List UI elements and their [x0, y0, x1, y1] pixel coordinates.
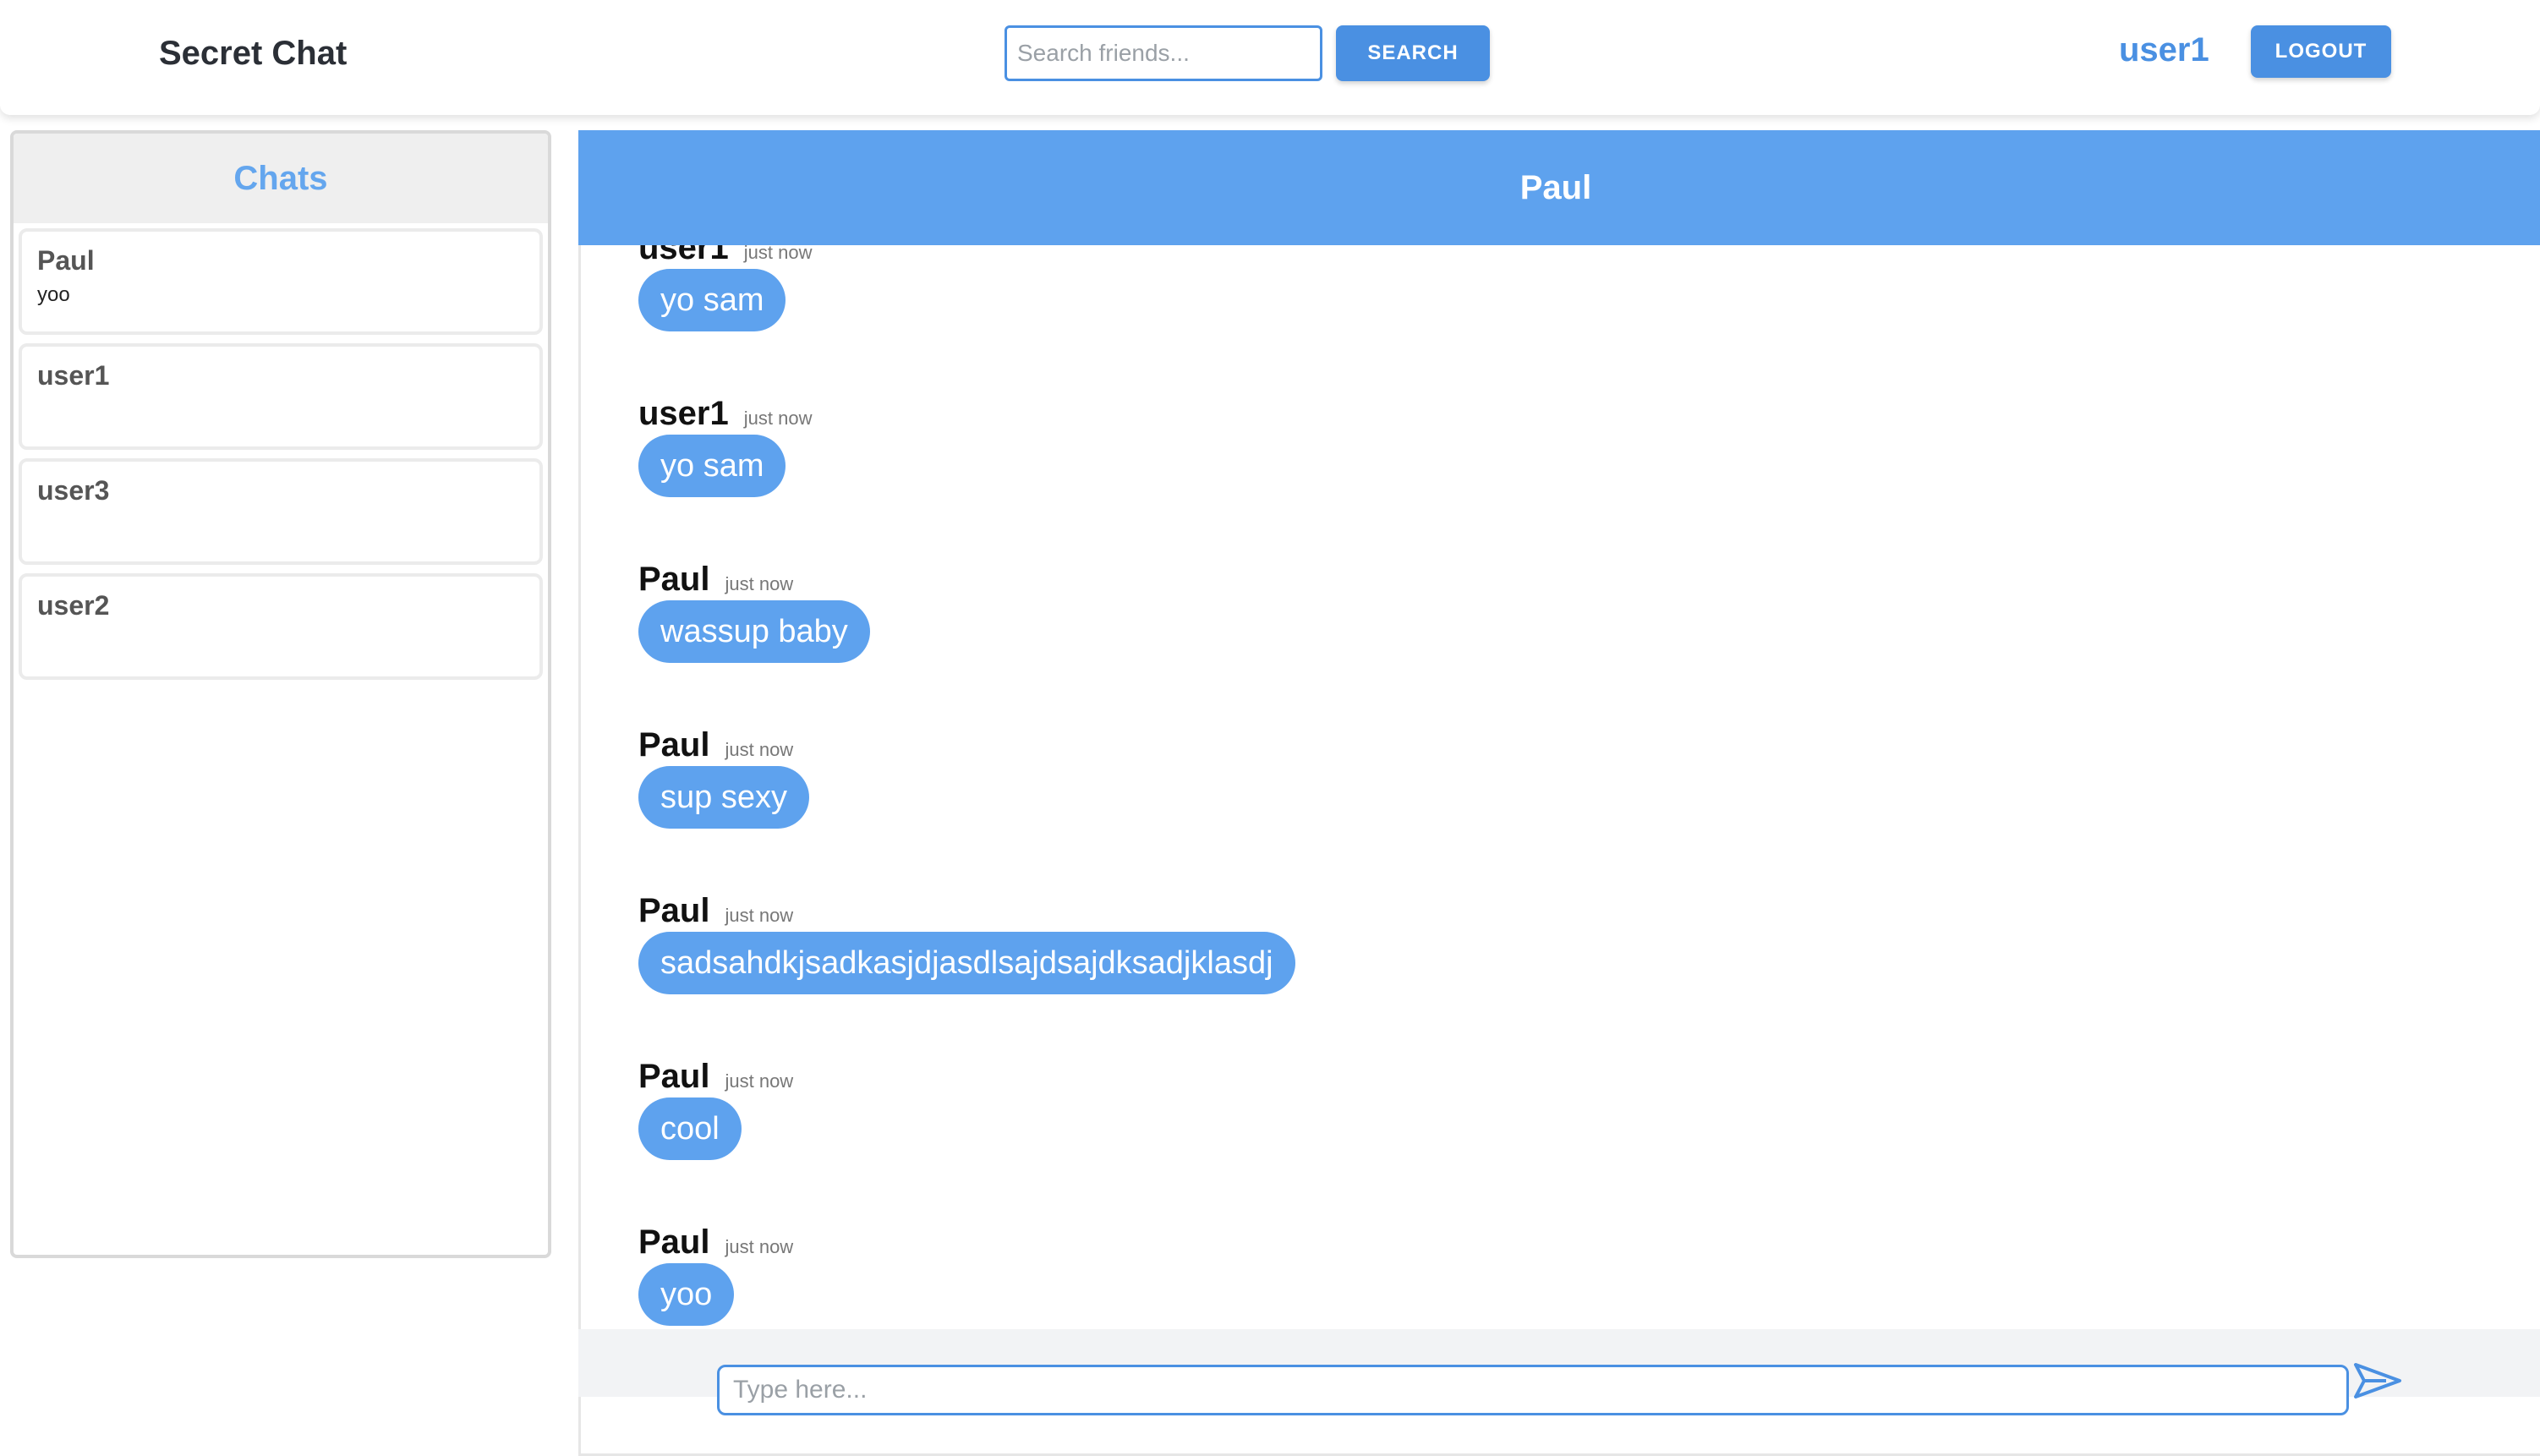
message-bubble: wassup baby [638, 600, 870, 663]
chat-preview: yoo [37, 283, 70, 306]
chat-name: user1 [37, 360, 110, 391]
message-composer [578, 1329, 2540, 1415]
conversation-header: Paul [578, 130, 2540, 245]
current-username[interactable]: user1 [2119, 29, 2209, 71]
message-author: user1 [638, 395, 729, 432]
chat-list: Paul yoo user1 user3 user2 [14, 223, 548, 693]
sidebar-title: Chats [14, 134, 548, 223]
message-bubble: cool [638, 1097, 742, 1160]
message: Paul just now yoo [638, 1223, 793, 1326]
message-author: Paul [638, 1223, 710, 1261]
message: Paul just now wassup baby [638, 560, 870, 663]
message-bubble: sadsahdkjsadkasjdjasdlsajdsajdksadjklasd… [638, 932, 1295, 994]
search-input[interactable] [1005, 25, 1322, 81]
message-time: just now [725, 1236, 794, 1257]
message-author: Paul [638, 726, 710, 764]
logout-button[interactable]: LOGOUT [2251, 25, 2391, 78]
send-icon[interactable] [2352, 1361, 2403, 1400]
message-time: just now [725, 905, 794, 926]
message-author: Paul [638, 892, 710, 929]
chat-name: user2 [37, 590, 110, 621]
message-time: just now [743, 408, 813, 429]
message: Paul just now cool [638, 1057, 793, 1160]
message-bubble: yo sam [638, 269, 786, 331]
message: Paul just now sup sexy [638, 725, 809, 829]
message: Paul just now sadsahdkjsadkasjdjasdlsajds… [638, 891, 1295, 994]
message-author: Paul [638, 1058, 710, 1095]
message-bubble: yo sam [638, 435, 786, 497]
message-time: just now [725, 573, 794, 594]
message-time: just now [725, 739, 794, 760]
top-bar: Secret Chat SEARCH user1 LOGOUT [0, 0, 2540, 115]
search-button[interactable]: SEARCH [1336, 25, 1490, 81]
chat-item-user2[interactable]: user2 [19, 573, 543, 680]
message-time: just now [725, 1070, 794, 1092]
chat-name: user3 [37, 475, 110, 506]
message-list[interactable]: user1 just now yo sam user1 just now yo sa… [578, 245, 2540, 1456]
chat-sidebar: Chats Paul yoo user1 user3 user2 [10, 130, 551, 1258]
conversation-title: Paul [1519, 168, 1592, 206]
message-bubble: yoo [638, 1263, 735, 1326]
chat-item-user1[interactable]: user1 [19, 343, 543, 450]
message-input[interactable] [717, 1365, 2349, 1415]
app-title: Secret Chat [159, 35, 348, 72]
chat-item-user3[interactable]: user3 [19, 458, 543, 565]
message: user1 just now yo sam [638, 394, 812, 497]
message-bubble: sup sexy [638, 766, 809, 829]
chat-name: Paul [37, 245, 95, 276]
chat-item-paul[interactable]: Paul yoo [19, 228, 543, 335]
message-author: Paul [638, 561, 710, 598]
message: user1 just now yo sam [638, 245, 812, 331]
conversation-panel: Paul user1 just now yo sam user1 just now … [578, 130, 2540, 1456]
message-author: user1 [638, 245, 729, 266]
